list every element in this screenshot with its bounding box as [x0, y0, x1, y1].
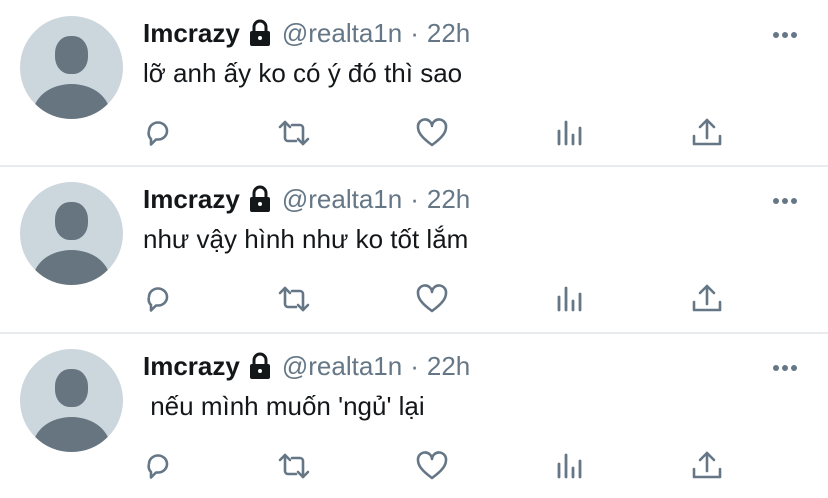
tweet-text: lỡ anh ấy ko có ý đó thì sao: [143, 58, 463, 88]
separator: ·: [410, 350, 419, 381]
share-icon[interactable]: [690, 449, 724, 483]
tweet-header: Imcrazy @realta1n · 22h: [143, 17, 470, 49]
avatar[interactable]: [20, 182, 123, 285]
stats-icon[interactable]: [553, 282, 587, 316]
avatar[interactable]: [20, 16, 123, 119]
reply-icon[interactable]: [141, 449, 175, 483]
tweet-actions: [0, 449, 828, 483]
stats-icon[interactable]: [553, 449, 587, 483]
share-icon[interactable]: [690, 282, 724, 316]
user-handle[interactable]: @realta1n: [282, 18, 402, 49]
more-icon[interactable]: [772, 26, 798, 38]
reply-icon[interactable]: [141, 282, 175, 316]
retweet-icon[interactable]: [277, 282, 311, 316]
tweet-actions: [0, 282, 828, 316]
display-name[interactable]: Imcrazy: [143, 184, 240, 215]
avatar[interactable]: [20, 349, 123, 452]
timestamp[interactable]: 22h: [427, 351, 470, 382]
retweet-icon[interactable]: [277, 449, 311, 483]
user-handle[interactable]: @realta1n: [282, 351, 402, 382]
reply-icon[interactable]: [141, 116, 175, 150]
retweet-icon[interactable]: [277, 116, 311, 150]
more-icon[interactable]: [772, 192, 798, 204]
user-handle[interactable]: @realta1n: [282, 184, 402, 215]
timestamp[interactable]: 22h: [427, 18, 470, 49]
tweet[interactable]: Imcrazy @realta1n · 22h lỡ anh ấy ko có …: [0, 0, 828, 166]
display-name[interactable]: Imcrazy: [143, 351, 240, 382]
tweet-text: như vậy hình như ko tốt lắm: [143, 224, 469, 254]
separator: ·: [410, 17, 419, 48]
share-icon[interactable]: [690, 116, 724, 150]
tweet-text: nếu mình muốn 'ngủ' lại: [143, 391, 425, 421]
timestamp[interactable]: 22h: [427, 184, 470, 215]
tweet-header: Imcrazy @realta1n · 22h: [143, 183, 470, 215]
tweet-header: Imcrazy @realta1n · 22h: [143, 350, 470, 382]
lock-icon: [248, 352, 272, 380]
tweet-feed: Imcrazy @realta1n · 22h lỡ anh ấy ko có …: [0, 0, 828, 498]
tweet[interactable]: Imcrazy @realta1n · 22h nếu mình muốn 'n…: [0, 333, 828, 498]
tweet[interactable]: Imcrazy @realta1n · 22h như vậy hình như…: [0, 166, 828, 332]
heart-icon[interactable]: [415, 116, 449, 150]
stats-icon[interactable]: [553, 116, 587, 150]
tweet-actions: [0, 116, 828, 150]
lock-icon: [248, 19, 272, 47]
heart-icon[interactable]: [415, 449, 449, 483]
separator: ·: [410, 183, 419, 214]
heart-icon[interactable]: [415, 282, 449, 316]
display-name[interactable]: Imcrazy: [143, 18, 240, 49]
lock-icon: [248, 185, 272, 213]
more-icon[interactable]: [772, 359, 798, 371]
